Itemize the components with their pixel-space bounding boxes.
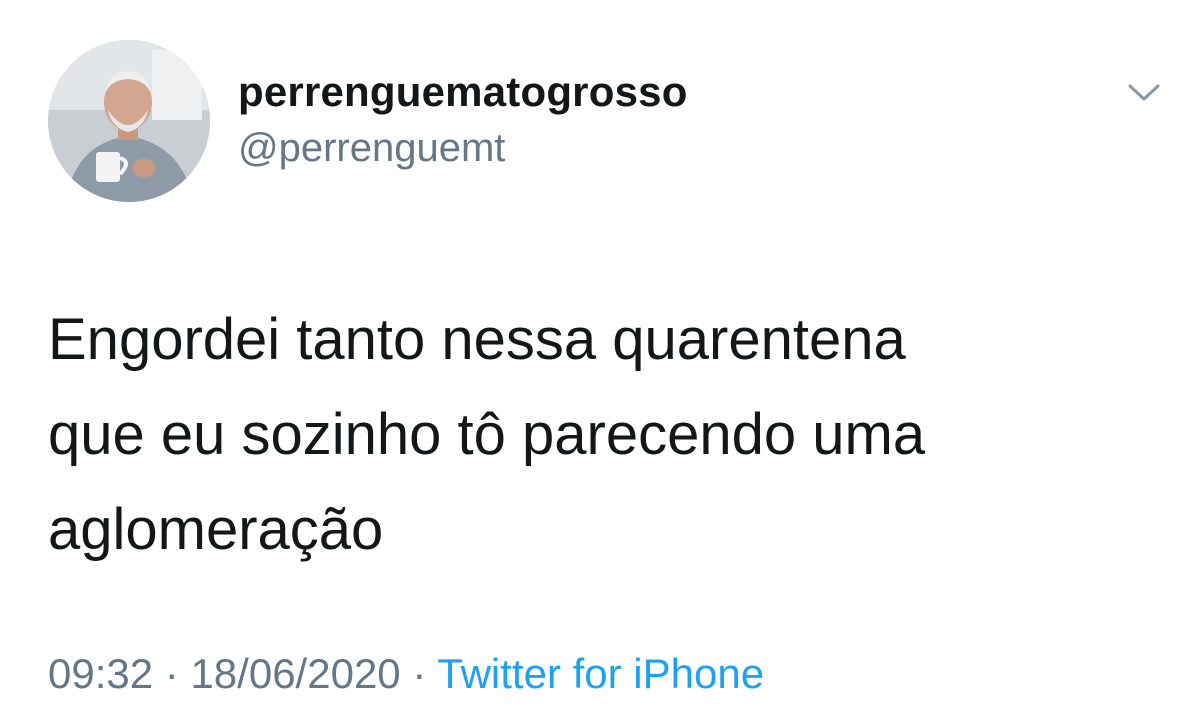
tweet-source-link[interactable]: Twitter for iPhone bbox=[437, 650, 764, 697]
avatar[interactable] bbox=[48, 40, 210, 202]
separator: · bbox=[164, 650, 179, 697]
user-handle[interactable]: @perrenguemt bbox=[238, 126, 505, 171]
tweet-card: perrenguematogrosso @perrenguemt Engorde… bbox=[0, 0, 1200, 722]
avatar-photo bbox=[48, 40, 210, 202]
tweet-meta: 09:32 · 18/06/2020 · Twitter for iPhone bbox=[48, 650, 764, 698]
chevron-down-icon[interactable] bbox=[1124, 78, 1164, 106]
separator: · bbox=[412, 650, 427, 697]
tweet-time[interactable]: 09:32 bbox=[48, 650, 153, 697]
display-name[interactable]: perrenguematogrosso bbox=[238, 68, 688, 116]
tweet-date[interactable]: 18/06/2020 bbox=[190, 650, 400, 697]
tweet-text: Engordei tanto nessa quarentena que eu s… bbox=[48, 307, 926, 562]
